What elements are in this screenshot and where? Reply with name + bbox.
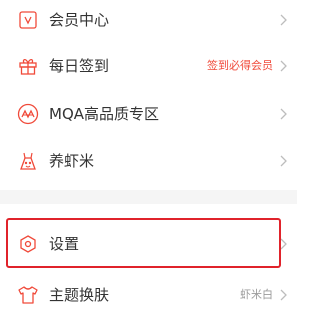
chevron-right-icon [278, 106, 288, 122]
mqa-icon [17, 103, 39, 125]
menu-item-settings[interactable]: 设置 [0, 224, 297, 264]
current-theme-text: 虾米白 [240, 288, 273, 301]
menu-item-label: 会员中心 [49, 11, 110, 29]
chevron-right-icon [278, 153, 288, 169]
menu-item-daily-checkin[interactable]: 每日签到 签到必得会员 [0, 46, 297, 86]
section-divider [0, 190, 297, 204]
chevron-right-icon [278, 58, 288, 74]
chevron-right-icon [278, 287, 288, 303]
shrimp-icon [17, 150, 39, 172]
menu-item-label: 养虾米 [49, 152, 95, 170]
menu-item-label: 每日签到 [49, 57, 110, 75]
settings-icon [17, 233, 39, 255]
chevron-right-icon [278, 236, 288, 252]
chevron-right-icon [278, 12, 288, 28]
menu-item-label: 主题换肤 [49, 286, 110, 304]
menu-item-label: 设置 [49, 235, 80, 253]
vip-icon [17, 9, 39, 31]
menu-item-vip-center[interactable]: 会员中心 [0, 0, 297, 40]
gift-icon [17, 55, 39, 77]
tshirt-icon [17, 284, 39, 306]
menu-item-raise-shrimp[interactable]: 养虾米 [0, 141, 297, 181]
checkin-promo-text: 签到必得会员 [207, 59, 273, 72]
menu-item-label: MQA高品质专区 [49, 105, 160, 123]
menu-item-mqa-zone[interactable]: MQA高品质专区 [0, 94, 297, 134]
menu-item-theme-skin[interactable]: 主题换肤 虾米白 [0, 275, 297, 315]
